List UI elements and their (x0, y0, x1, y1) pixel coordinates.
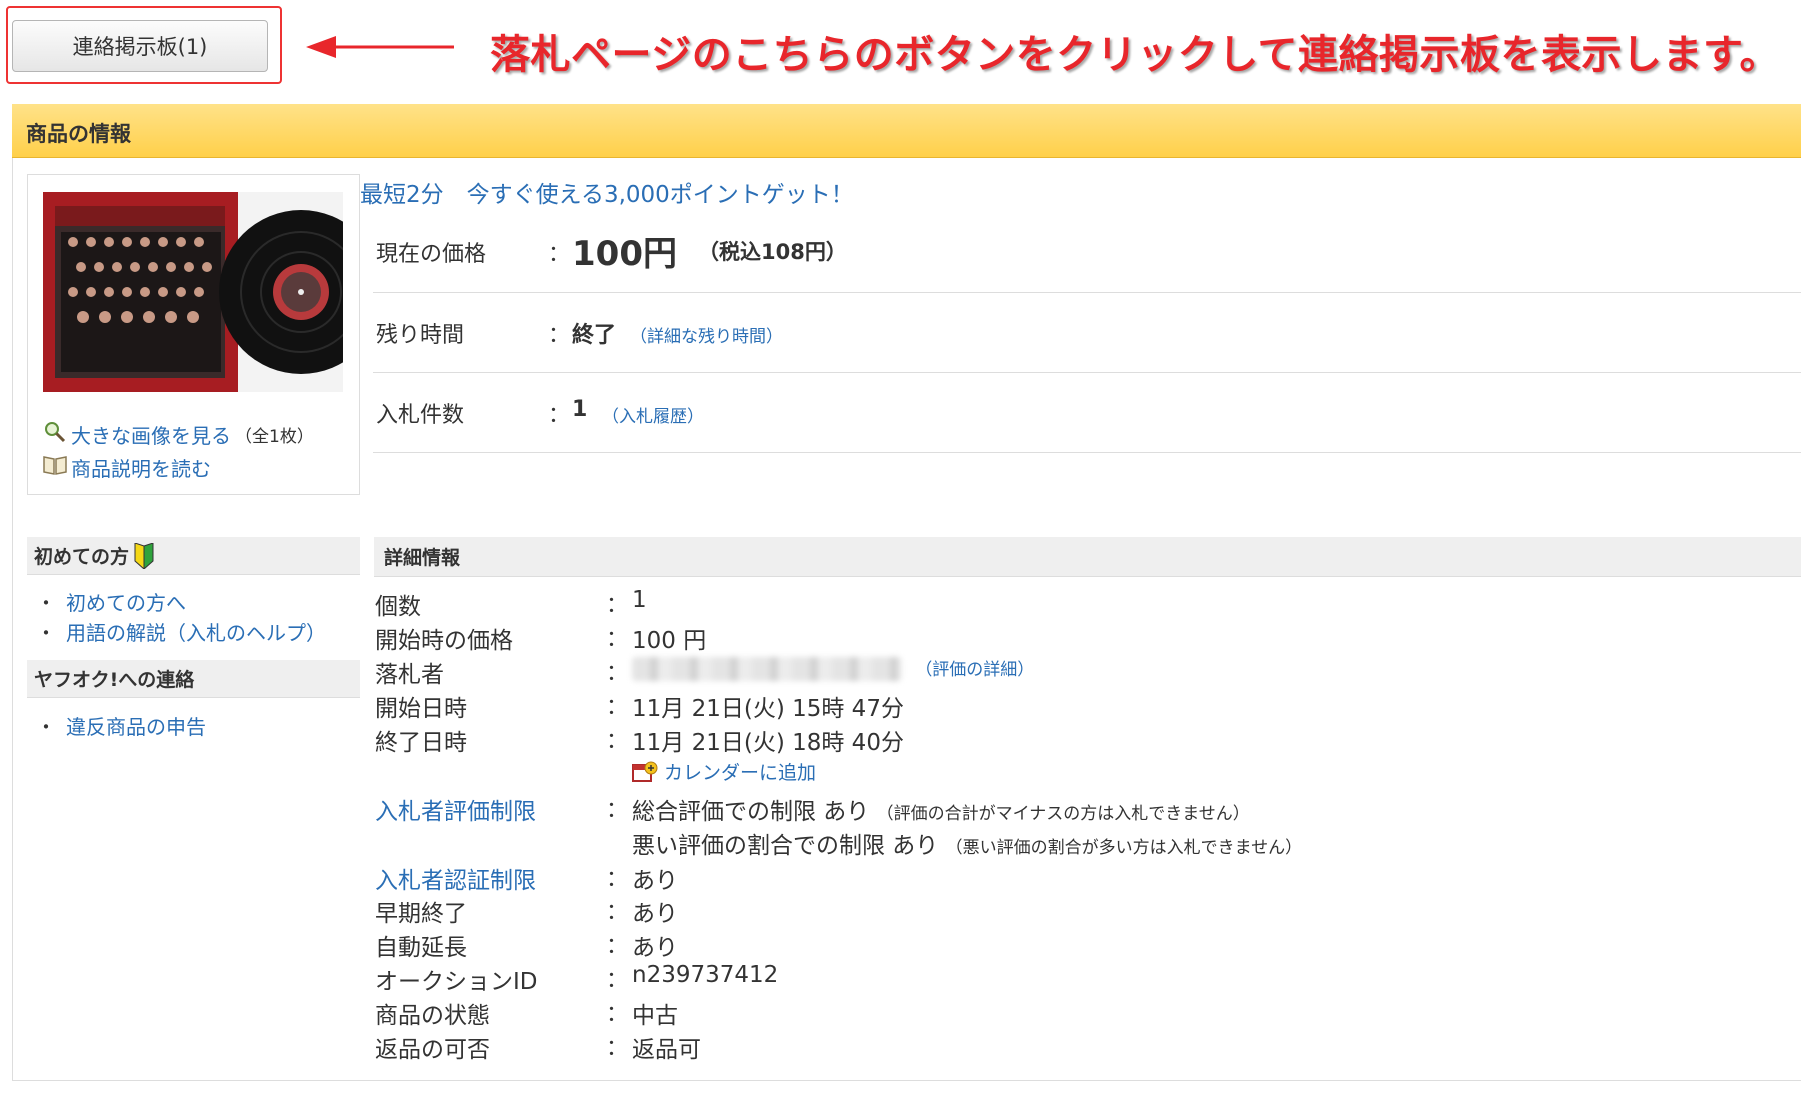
detail-value: 11月 21日(火) 15時 47分 (632, 696, 904, 722)
detail-header: 詳細情報 (374, 537, 1801, 577)
read-description-link[interactable]: 商品説明を読む (71, 453, 211, 482)
bidder-auth-limit-link[interactable]: 入札者認証制限 (375, 861, 536, 895)
detail-label: 商品の状態 (375, 1003, 490, 1029)
detail-value: 100 円 (632, 628, 707, 654)
nav-item-label[interactable]: 用語の解説（入札のヘルプ） (66, 621, 326, 645)
nav-item-label[interactable]: 違反商品の申告 (66, 715, 206, 739)
detail-value-row: 悪い評価の割合での制限 あり （悪い評価の割合が多い方は入札できません） (632, 826, 1302, 860)
calendar-icon (632, 761, 658, 783)
detail-value-row: 総合評価での制限 あり （評価の合計がマイナスの方は入札できません） (632, 792, 1250, 826)
detail-colon: ： (606, 798, 629, 823)
promo-link[interactable]: 最短2分 今すぐ使える3,000ポイントゲット！ (360, 175, 854, 209)
detail-value: あり (632, 935, 678, 961)
bid-history-link[interactable]: （入札履歴） (602, 402, 704, 427)
callout-text: 落札ページのこちらのボタンをクリックして連絡掲示板を表示します。 (490, 32, 1780, 78)
detail-colon: ： (606, 968, 629, 993)
detail-value: 悪い評価の割合での制限 あり (632, 833, 939, 859)
time-colon: ： (548, 323, 571, 348)
view-large-image-row: 大きな画像を見る （全1枚） (43, 420, 314, 449)
detail-colon: ： (606, 627, 629, 652)
detail-label: 落札者 (375, 662, 444, 688)
detail-label: 開始日時 (375, 696, 467, 722)
bid-count-label: 入札件数 (376, 403, 465, 428)
detail-label: 返品の可否 (375, 1037, 490, 1063)
detail-colon: ： (606, 867, 629, 892)
detail-value: あり (632, 901, 678, 927)
contact-header: ヤフオク!への連絡 (27, 660, 360, 698)
detail-colon: ： (606, 1002, 629, 1027)
current-price: 100円 (572, 234, 677, 274)
detail-colon: ： (606, 1036, 629, 1061)
divider (373, 292, 1801, 293)
nav-item-beginners[interactable]: ・初めての方へ (36, 587, 186, 616)
detail-colon: ： (606, 729, 629, 754)
view-large-image-link[interactable]: 大きな画像を見る (71, 420, 231, 449)
price-with-tax: （税込108円） (698, 240, 847, 264)
magnifier-icon (43, 420, 67, 449)
detail-value: 中古 (632, 1003, 678, 1029)
bullet: ・ (36, 591, 56, 615)
bidder-rating-limit-link[interactable]: 入札者評価制限 (375, 792, 536, 826)
arrow-left-icon (306, 36, 454, 58)
add-calendar-row: カレンダーに追加 (632, 758, 816, 785)
rating-detail-link[interactable]: （評価の詳細） (915, 660, 1034, 680)
contact-title: ヤフオク!への連絡 (34, 669, 195, 691)
detail-colon: ： (606, 934, 629, 959)
add-to-calendar-link[interactable]: カレンダーに追加 (664, 758, 816, 785)
image-count: （全1枚） (235, 427, 314, 447)
price-colon: ： (548, 242, 571, 267)
auction-id-value: n239737412 (632, 962, 779, 988)
detailed-time-link[interactable]: （詳細な残り時間） (630, 322, 783, 347)
nav-item-glossary[interactable]: ・用語の解説（入札のヘルプ） (36, 617, 326, 646)
winner-value: （評価の詳細） (632, 655, 1034, 681)
time-left-value: 終了 (572, 323, 617, 348)
detail-colon: ： (606, 695, 629, 720)
book-icon (43, 454, 67, 481)
divider (373, 452, 1801, 453)
detail-label: 自動延長 (375, 935, 467, 961)
detail-label: オークションID (375, 969, 538, 995)
beginners-title: 初めての方 (34, 546, 130, 568)
detail-value: 返品可 (632, 1037, 701, 1063)
detail-colon: ： (606, 593, 629, 618)
time-left-label: 残り時間 (376, 323, 465, 348)
beginners-header: 初めての方 (27, 537, 360, 575)
detail-value: 総合評価での制限 あり (632, 799, 870, 825)
bids-colon: ： (548, 403, 571, 428)
bullet: ・ (36, 715, 56, 739)
nav-item-report[interactable]: ・違反商品の申告 (36, 711, 206, 740)
blurred-winner-id (632, 656, 902, 681)
divider (373, 372, 1801, 373)
beginner-mark-icon (133, 542, 155, 569)
detail-value: あり (632, 868, 678, 894)
detail-label: 終了日時 (375, 730, 467, 756)
bbs-button[interactable]: 連絡掲示板(1) (12, 20, 268, 72)
detail-value: 1 (632, 587, 647, 613)
price-label: 現在の価格 (376, 242, 487, 267)
item-photo[interactable] (43, 192, 343, 392)
detail-colon: ： (606, 900, 629, 925)
detail-label: 早期終了 (375, 901, 467, 927)
read-description-row: 商品説明を読む (43, 453, 211, 482)
bid-count-value: 1 (572, 397, 588, 422)
detail-label: 個数 (375, 594, 421, 620)
detail-note: （評価の合計がマイナスの方は入札できません） (876, 804, 1250, 824)
bullet: ・ (36, 621, 56, 645)
detail-colon: ： (606, 661, 629, 686)
nav-item-label[interactable]: 初めての方へ (66, 591, 186, 615)
detail-title: 詳細情報 (384, 547, 461, 569)
detail-value: 11月 21日(火) 18時 40分 (632, 730, 904, 756)
detail-label: 開始時の価格 (375, 628, 513, 654)
section-header (12, 104, 1801, 158)
section-title: 商品の情報 (26, 122, 131, 146)
detail-note: （悪い評価の割合が多い方は入札できません） (945, 838, 1303, 858)
